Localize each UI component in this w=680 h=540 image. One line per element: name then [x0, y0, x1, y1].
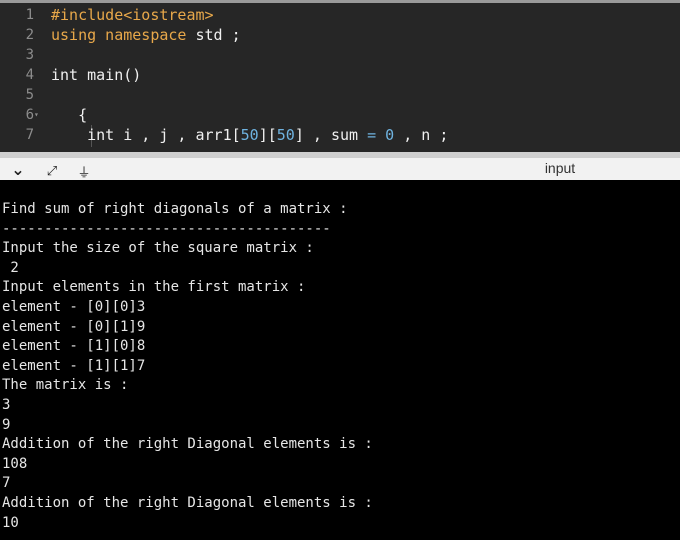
output-line: 9 — [2, 416, 11, 433]
line-number: 1 — [25, 7, 34, 23]
code-seg: ] , sum — [294, 126, 368, 144]
line-number: 5 — [25, 87, 34, 103]
output-line: --------------------------------------- — [2, 220, 331, 237]
code-text: int main() — [51, 66, 142, 84]
output-line: The matrix is : — [2, 377, 129, 394]
code-seg: int i , j , arr1[ — [51, 126, 241, 144]
output-line: 10 — [2, 514, 19, 531]
code-line-4[interactable]: 4 int main() — [0, 65, 680, 85]
code-seg: , n ; — [394, 126, 449, 144]
code-number: 50 — [240, 126, 259, 144]
code-line-7[interactable]: 7 int i , j , arr1[50][50] , sum = 0 , n… — [0, 125, 680, 145]
output-line: element - [1][1]7 — [2, 357, 146, 374]
line-number: 6 — [25, 107, 34, 123]
code-number: 0 — [385, 126, 395, 144]
run-icon[interactable]: ⏚ — [74, 162, 94, 181]
output-line: element - [0][0]3 — [2, 299, 146, 315]
code-line-2[interactable]: 2 using namespace std ; — [0, 25, 680, 45]
code-text: #include<iostream> — [51, 6, 214, 24]
code-number: 50 — [276, 126, 295, 144]
code-operator: = — [367, 126, 377, 144]
output-line: Addition of the right Diagonal elements … — [2, 495, 373, 511]
code-seg: ][ — [258, 126, 277, 144]
line-number: 7 — [25, 127, 34, 143]
code-editor[interactable]: 1 #include<iostream> 2 using namespace s… — [0, 0, 680, 152]
editor-top-border — [0, 0, 680, 3]
code-line-3[interactable]: 3 — [0, 45, 680, 65]
code-rest: std ; — [186, 26, 241, 44]
output-line: element - [1][0]8 — [2, 338, 146, 355]
output-line: 3 — [2, 397, 11, 413]
line-number: 2 — [25, 27, 34, 43]
code-text: { — [51, 106, 88, 124]
code-line-5[interactable]: 5 — [0, 85, 680, 105]
console-output[interactable]: Find sum of right diagonals of a matrix … — [0, 180, 680, 540]
code-line-6[interactable]: 6 ▾ { — [0, 105, 680, 125]
output-line: Input elements in the first matrix : — [2, 279, 306, 296]
code-keyword: using namespace — [51, 26, 187, 44]
code-text: int i , j , arr1[50][50] , sum = 0 , n ; — [51, 125, 448, 145]
code-text: using namespace std ; — [51, 25, 241, 45]
output-line: Input the size of the square matrix : — [2, 240, 314, 257]
code-line-1[interactable]: 1 #include<iostream> — [0, 5, 680, 25]
chevron-down-icon[interactable]: ⌄ — [8, 160, 28, 179]
output-line: Find sum of right diagonals of a matrix … — [2, 201, 348, 217]
output-line: Addition of the right Diagonal elements … — [2, 436, 373, 453]
input-tab[interactable]: input — [530, 160, 590, 176]
expand-icon[interactable]: ⤢ — [42, 162, 62, 180]
line-number: 3 — [25, 47, 34, 63]
output-line: element - [0][1]9 — [2, 318, 146, 335]
line-number: 4 — [25, 67, 34, 83]
fold-arrow-icon[interactable]: ▾ — [34, 105, 44, 125]
code-seg — [376, 126, 385, 144]
output-toolbar: ⌄ ⤢ ⏚ input — [0, 152, 680, 181]
output-line: 7 — [2, 475, 11, 492]
output-line: 108 — [2, 455, 28, 472]
output-line: 2 — [2, 259, 19, 276]
